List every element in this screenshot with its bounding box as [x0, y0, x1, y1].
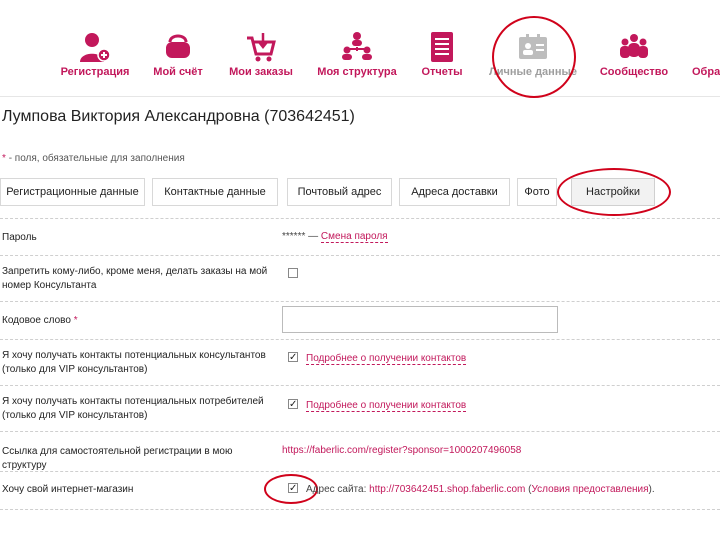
setting-label: Кодовое слово * [2, 315, 78, 326]
customer-contacts-checkbox[interactable]: ✓ [288, 399, 298, 410]
setting-label: Я хочу получать контакты потенциальных к… [2, 350, 266, 375]
nav-label: Обра [692, 66, 720, 78]
setting-label: Ссылка для самостоятельной регистрации в… [2, 446, 233, 471]
nav-label: Отчеты [421, 66, 463, 78]
setting-label: Пароль [2, 232, 37, 243]
nav-label: Мой счёт [153, 66, 203, 78]
setting-label: Запретить кому-либо, кроме меня, делать … [2, 266, 268, 291]
forbid-orders-checkbox[interactable] [288, 268, 298, 278]
password-value: ****** — Смена пароля [282, 231, 388, 243]
code-word-input[interactable] [282, 306, 558, 333]
consultant-contacts-details-link[interactable]: Подробнее о получении контактов [306, 353, 467, 365]
nav-label: Регистрация [60, 66, 130, 78]
nav-label: Личные данные [489, 66, 577, 78]
id-card-icon [519, 34, 547, 59]
setting-label: Хочу свой интернет-магазин [2, 484, 134, 495]
setting-row-self-registration-link: Ссылка для самостоятельной регистрации в… [0, 432, 720, 472]
setting-row-forbid-orders: Запретить кому-либо, кроме меня, делать … [0, 256, 720, 302]
structure-icon [342, 32, 372, 60]
shop-url-link[interactable]: http://703642451.shop.faberlic.com [369, 484, 525, 495]
online-shop-checkbox[interactable]: ✓ [288, 483, 298, 494]
shop-address: Адрес сайта: http://703642451.shop.faber… [306, 484, 655, 495]
report-icon [431, 32, 453, 62]
setting-label: Я хочу получать контакты потенциальных п… [2, 396, 264, 421]
nav-item-personal-data[interactable]: Личные данные [488, 20, 578, 86]
person-add-icon [80, 33, 111, 62]
tab-registration-data[interactable]: Регистрационные данные [0, 178, 145, 206]
nav-item-registration[interactable]: Регистрация [56, 20, 134, 86]
community-icon [620, 34, 648, 58]
nav-item-my-structure[interactable]: Моя структура [316, 20, 398, 86]
nav-item-feedback[interactable]: Обра [688, 20, 720, 86]
setting-row-online-shop: Хочу свой интернет-магазин ✓ Адрес сайта… [0, 472, 720, 510]
tab-photo[interactable]: Фото [517, 178, 557, 206]
setting-row-consultant-contacts: Я хочу получать контакты потенциальных к… [0, 340, 720, 386]
shop-terms-link[interactable]: Условия предоставления [532, 484, 649, 495]
required-asterisk-icon: * [2, 153, 6, 164]
required-fields-note: * - поля, обязательные для заполнения [2, 153, 185, 164]
nav-label: Мои заказы [229, 66, 293, 78]
change-password-link[interactable]: Смена пароля [320, 231, 388, 243]
nav-label: Сообщество [599, 66, 669, 78]
tab-contact-data[interactable]: Контактные данные [152, 178, 278, 206]
top-navigation: Регистрация Мой счёт Мои заказы Моя стру… [0, 0, 720, 97]
self-registration-url[interactable]: https://faberlic.com/register?sponsor=10… [282, 445, 521, 456]
wallet-icon [166, 34, 190, 58]
nav-item-my-account[interactable]: Мой счёт [146, 20, 210, 86]
tab-settings[interactable]: Настройки [571, 178, 655, 206]
nav-item-community[interactable]: Сообщество [598, 20, 670, 86]
nav-item-reports[interactable]: Отчеты [414, 20, 470, 86]
tab-postal-address[interactable]: Почтовый адрес [287, 178, 392, 206]
consultant-contacts-checkbox[interactable]: ✓ [288, 352, 298, 363]
setting-row-customer-contacts: Я хочу получать контакты потенциальных п… [0, 386, 720, 432]
nav-item-my-orders[interactable]: Мои заказы [226, 20, 296, 86]
setting-row-password: Пароль ****** — Смена пароля [0, 218, 720, 256]
cart-icon [247, 33, 276, 62]
nav-label: Моя структура [317, 66, 397, 78]
customer-contacts-details-link[interactable]: Подробнее о получении контактов [306, 400, 467, 412]
tab-delivery-addresses[interactable]: Адреса доставки [399, 178, 510, 206]
page-title: Лумпова Виктория Александровна (70364245… [2, 108, 355, 125]
